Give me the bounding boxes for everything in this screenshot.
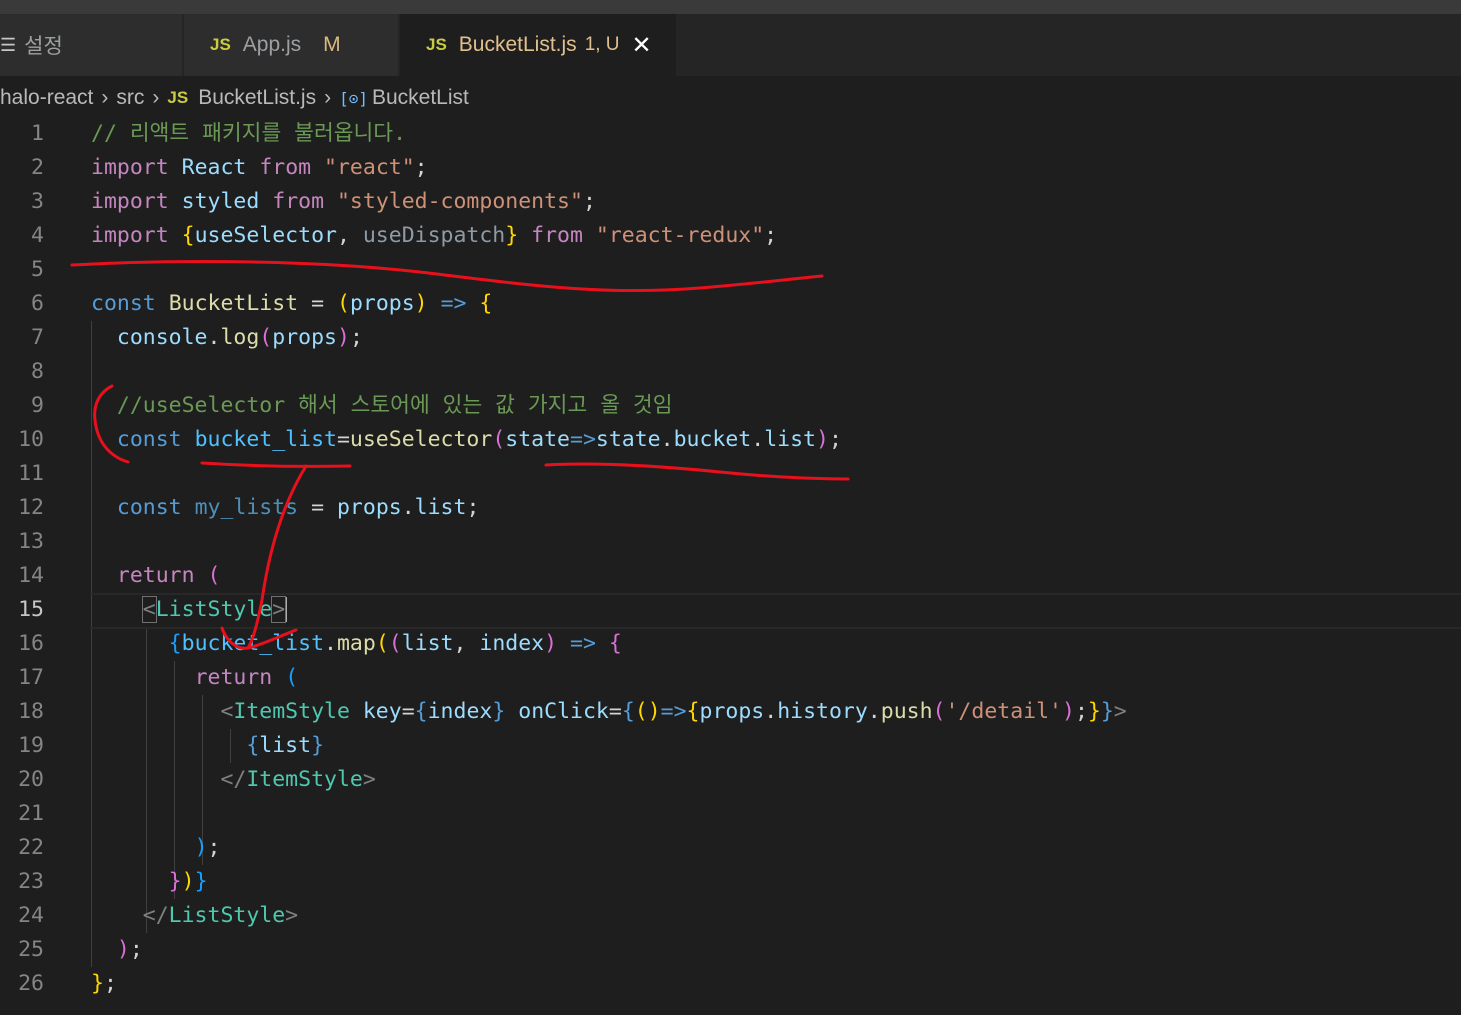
tab-label: App.js [242,33,302,56]
code-line: 23 })} [18,869,208,894]
chevron-right-icon: › [101,86,109,109]
code-line: 16 {bucket_list.map((list, index) => { [18,631,622,656]
tab-label: BucketList.js [458,33,577,56]
code-line: 17 return ( [18,665,299,690]
code-line: 21 [18,801,44,826]
code-line: 13 [18,529,44,554]
js-file-icon: JS [167,88,189,107]
code-line: 25 ); [18,937,143,962]
code-line: 11 [18,461,44,486]
code-line: 20 </ItemStyle> [18,767,376,792]
window-title-strip [0,0,1461,14]
js-file-icon: JS [426,35,447,54]
code-line: 12 const my_lists = props.list; [18,495,480,520]
modified-badge: M [323,33,341,56]
code-line: 7 console.log(props); [31,325,363,350]
js-file-icon: JS [210,35,231,54]
code-line: 18 <ItemStyle key={index} onClick={()=>{… [18,699,1127,724]
breadcrumb-folder[interactable]: src [116,86,144,110]
settings-list-icon: ☰ [0,34,17,55]
breadcrumb-file[interactable]: BucketList.js [198,86,316,110]
code-line: 3 import styled from "styled-components"; [31,189,596,214]
code-line: 1// 리액트 패키지를 불러옵니다. [31,121,407,146]
code-line: 24 </ListStyle> [18,903,299,928]
code-line: 19 {list} [18,733,325,758]
tab-settings[interactable]: ☰ 설정 [0,14,183,76]
tab-app-js[interactable]: JS App.js M [184,14,399,76]
code-line: 6 const BucketList = (props) => { [31,291,493,316]
chevron-right-icon: › [152,86,160,109]
code-line: 5 [31,257,44,282]
code-line: 4 import {useSelector, useDispatch} from … [31,223,778,248]
code-line: 15 <ListStyle> [0,593,1461,629]
tab-label: 설정 [24,35,63,58]
code-line: 14 return ( [18,563,221,588]
code-line: 9 //useSelector 해서 스토어에 있는 값 가지고 올 것임 [31,393,673,418]
code-line: 8 [31,359,44,384]
breadcrumb-symbol[interactable]: BucketList [372,86,469,110]
breadcrumb: halo-react › src › JS BucketList.js › [⊙… [0,82,469,114]
chevron-right-icon: › [324,86,332,109]
close-icon[interactable]: ✕ [632,31,652,60]
symbol-variable-icon: [⊙] [339,88,368,108]
tab-status-badge: 1, U [584,34,620,55]
current-line-highlight [90,593,1461,629]
editor-tab-bar: ☰ 설정 JS App.js M JS BucketList.js 1, U ✕ [0,14,1461,76]
code-line: 2 import React from "react"; [31,155,428,180]
code-line: 10 const bucket_list=useSelector(state=>… [18,427,842,452]
tab-bucketlist-js[interactable]: JS BucketList.js 1, U ✕ [400,14,676,76]
code-line: 26}; [18,971,117,996]
code-line: 22 ); [18,835,221,860]
breadcrumb-project[interactable]: halo-react [0,86,93,110]
